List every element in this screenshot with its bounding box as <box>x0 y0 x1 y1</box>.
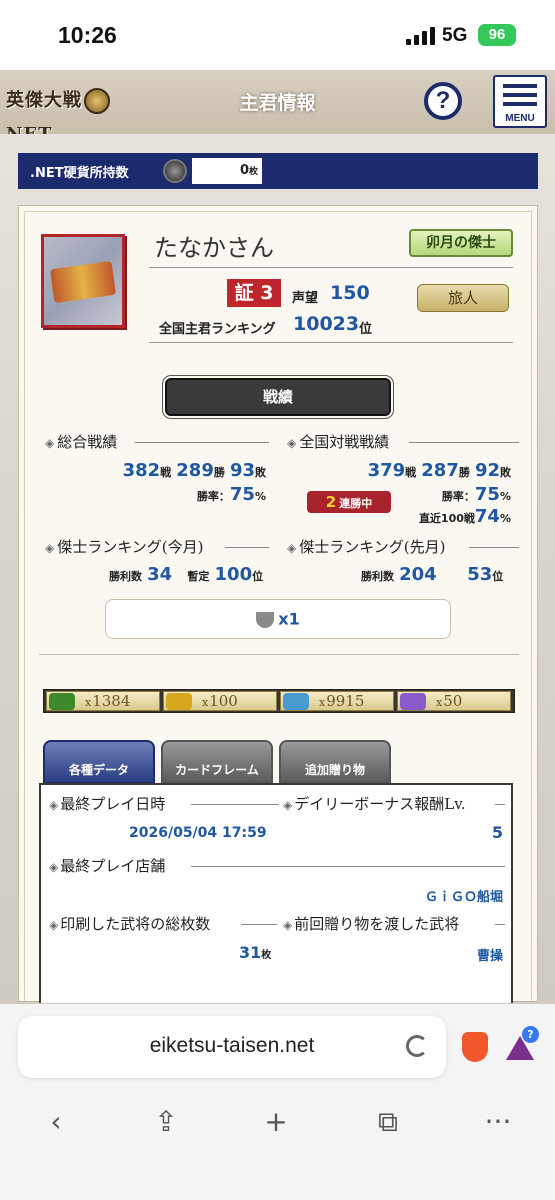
diamond-icon: ◈ <box>45 436 55 450</box>
divider <box>149 342 513 343</box>
browser-toolbar: eiketsu-taisen.net ? ‹ ⇪ + ⧉ ··· <box>0 1004 555 1200</box>
last-gift-value[interactable]: 曹操 <box>477 945 503 964</box>
profile-card: たなかさん 卯月の傑士 証 3 声望 150 旅人 全国主君ランキング 1002… <box>18 205 538 1003</box>
last-play-label: ◈ 最終プレイ日時 <box>49 795 166 813</box>
diamond-icon: ◈ <box>45 541 55 555</box>
printed-count-label: ◈ 印刷した武将の総枚数 <box>49 915 211 933</box>
coin-icon <box>163 159 187 183</box>
coin-value-box: 0枚 <box>192 158 262 184</box>
diamond-icon: ◈ <box>283 918 293 932</box>
help-button[interactable]: ? <box>424 82 462 120</box>
tab-additional-gifts[interactable]: 追加贈り物 <box>279 740 391 784</box>
rank-badge: 旅人 <box>417 284 509 312</box>
diamond-icon: ◈ <box>287 436 297 450</box>
address-bar[interactable]: eiketsu-taisen.net <box>18 1016 446 1078</box>
printed-count-value: 31枚 <box>239 943 272 962</box>
diamond-icon: ◈ <box>283 798 293 812</box>
rewards-icon[interactable]: ? <box>506 1026 539 1062</box>
player-name: たなかさん <box>154 234 274 262</box>
overall-record-title: ◈ 総合戦績 <box>45 433 118 451</box>
cert-level: 3 <box>260 282 274 304</box>
cert-badge: 証 3 <box>227 279 281 307</box>
share-icon[interactable]: ⇪ <box>146 1104 186 1140</box>
more-icon[interactable]: ··· <box>478 1104 518 1140</box>
daily-bonus-label: ◈ デイリーボーナス報酬Lv. <box>283 795 466 813</box>
coin-bar: .NET硬貨所持数 0枚 <box>18 153 538 189</box>
clock: 10:26 <box>58 22 117 48</box>
gold-ticket-icon <box>166 693 192 710</box>
site-header: 英傑大戦NET 主君情報 ? MENU <box>0 70 555 145</box>
trophy-icon <box>256 611 275 628</box>
national-rank-label: 全国主君ランキング <box>159 322 276 337</box>
page-title: 主君情報 <box>239 92 316 114</box>
item-slot: x100 <box>163 691 277 711</box>
purple-flower-icon <box>400 693 426 710</box>
item-slot: x50 <box>397 691 511 711</box>
diamond-icon: ◈ <box>49 860 59 874</box>
national-rank-unit: 位 <box>359 322 373 337</box>
items-bar: x1384 x100 x9915 x50 <box>43 689 515 713</box>
title-badge: 卯月の傑士 <box>409 229 513 257</box>
diamond-icon: ◈ <box>49 798 59 812</box>
menu-label: MENU <box>505 113 535 124</box>
trophy-count: x1 <box>278 609 300 629</box>
last-store-label: ◈ 最終プレイ店舗 <box>49 857 166 875</box>
trophy-box[interactable]: x1 <box>105 599 451 639</box>
tab-various-data[interactable]: 各種データ <box>43 740 155 784</box>
coin-unit: 枚 <box>248 167 258 177</box>
data-panel: ◈ 最終プレイ日時 2026/05/04 17:59 ◈ デイリーボーナス報酬Lv.… <box>39 783 513 1003</box>
reload-icon[interactable] <box>406 1035 428 1057</box>
network-type: 5G <box>442 25 468 46</box>
national-win-rate: 勝率：75% <box>441 484 511 505</box>
item-slot: x1384 <box>46 691 160 711</box>
cert-prefix: 証 <box>234 282 254 304</box>
coin-value: 0 <box>239 163 249 178</box>
signal-icon <box>406 27 436 45</box>
avatar-emblem-icon <box>49 260 117 304</box>
last-store-value[interactable]: ＧｉＧＯ船堀 <box>425 886 503 905</box>
fame-label: 声望 <box>292 291 319 306</box>
blue-crystal-icon <box>283 693 309 710</box>
national-rank-value: 10023 <box>293 313 360 335</box>
ranking-this-month-stats: 勝利数 34 暫定 100位 <box>109 564 264 585</box>
tab-card-frame[interactable]: カードフレーム <box>161 740 273 784</box>
national-stats: 379戦 287勝 92敗 <box>367 460 511 481</box>
diamond-icon: ◈ <box>287 541 297 555</box>
battery-icon: 96 <box>478 24 516 46</box>
overall-win-rate: 勝率：75% <box>196 484 266 505</box>
win-streak-badge: 2 連勝中 <box>307 491 391 513</box>
brave-shield-icon[interactable] <box>462 1032 488 1062</box>
last-gift-label: ◈ 前回贈り物を渡した武将 <box>283 915 460 933</box>
item-slot: x9915 <box>280 691 394 711</box>
status-bar: 10:26 5G 96 <box>0 0 555 70</box>
menu-button[interactable]: MENU <box>493 75 547 128</box>
national-record-title: ◈ 全国対戦戦績 <box>287 433 390 451</box>
tabs-icon[interactable]: ⧉ <box>368 1104 408 1140</box>
diamond-icon: ◈ <box>49 918 59 932</box>
new-tab-icon[interactable]: + <box>256 1104 296 1140</box>
last-play-value: 2026/05/04 17:59 <box>129 825 267 841</box>
divider <box>39 654 519 655</box>
overall-stats: 382戦 289勝 93敗 <box>122 460 266 481</box>
coin-label: .NET硬貨所持数 <box>30 166 129 181</box>
ranking-last-month-stats: 勝利数 204 53位 <box>361 564 504 585</box>
green-gem-icon <box>49 693 75 710</box>
avatar[interactable] <box>41 234 125 328</box>
hamburger-icon <box>503 84 537 88</box>
fame-value: 150 <box>330 282 370 304</box>
url-text: eiketsu-taisen.net <box>149 1034 315 1057</box>
back-icon[interactable]: ‹ <box>36 1104 76 1140</box>
daily-bonus-value: 5 <box>491 823 503 842</box>
ranking-last-month-title: ◈ 傑士ランキング(先月) <box>287 538 446 556</box>
divider <box>149 267 513 268</box>
ranking-this-month-title: ◈ 傑士ランキング(今月) <box>45 538 204 556</box>
record-header: 戦績 <box>165 378 391 416</box>
recent-100-win-rate: 直近100戦74% <box>418 506 511 527</box>
